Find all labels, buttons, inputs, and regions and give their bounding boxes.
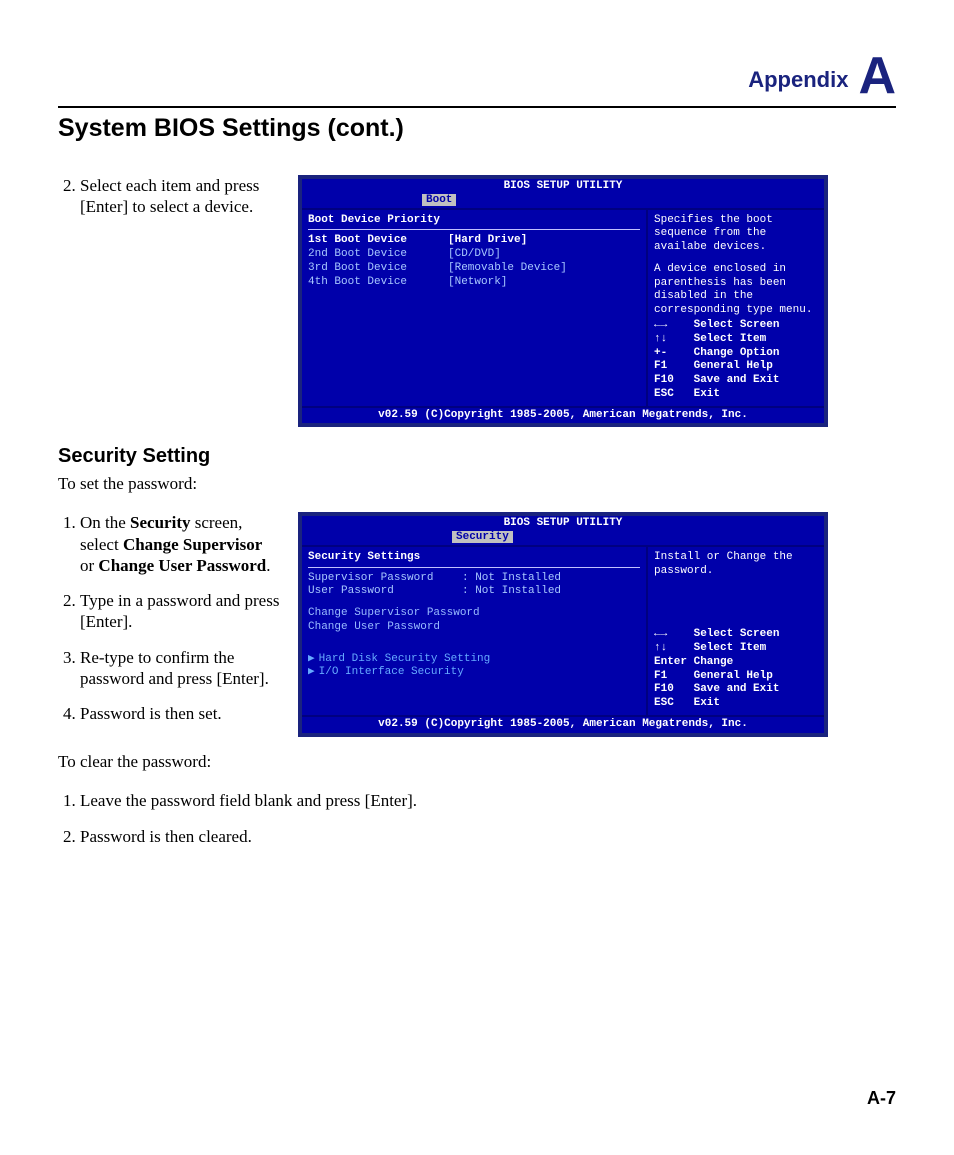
bios-title: BIOS SETUP UTILITY <box>302 179 824 194</box>
text: On the <box>80 513 130 532</box>
bios-help-text: A device enclosed in parenthesis has bee… <box>654 263 818 318</box>
bios-body: Security Settings Supervisor Password: N… <box>302 545 824 717</box>
bios-submenu: ▶ Hard Disk Security Setting <box>308 653 640 667</box>
appendix-header: Appendix A <box>58 50 896 102</box>
security-setting-title: Security Setting <box>58 445 896 468</box>
bios-tabs: Security <box>302 531 824 545</box>
bios-keys: ←→ Select Screen ↑↓ Select Item +- Chang… <box>654 319 818 402</box>
bios-item-key: 2nd Boot Device <box>308 248 448 262</box>
bios-title: BIOS SETUP UTILITY <box>302 516 824 531</box>
bios-help-pane: Specifies the boot sequence from the ava… <box>646 210 824 406</box>
step-c2: Password is then cleared. <box>80 826 896 848</box>
step-a: Select each item and press [Enter] to se… <box>80 175 280 218</box>
triangle-icon: ▶ <box>308 653 315 665</box>
bios-main: Boot Device Priority 1st Boot Device[Har… <box>302 210 646 406</box>
bios-main: Security Settings Supervisor Password: N… <box>302 547 646 715</box>
page: Appendix A System BIOS Settings (cont.) … <box>0 0 954 1155</box>
step-b2: Type in a password and press [Enter]. <box>80 590 280 633</box>
bios-item: 3rd Boot Device[Removable Device] <box>308 262 640 276</box>
bios-item: Supervisor Password: Not Installed <box>308 572 640 586</box>
bold: Security <box>130 513 190 532</box>
bios-item-val: : Not Installed <box>462 585 561 599</box>
content-row-2: On the Security screen, select Change Su… <box>58 512 896 738</box>
header-rule <box>58 106 896 108</box>
bios-item: Change User Password <box>308 621 640 635</box>
bios-item: 2nd Boot Device[CD/DVD] <box>308 248 640 262</box>
bios-item: 4th Boot Device[Network] <box>308 276 640 290</box>
step-b3: Re-type to confirm the password and pres… <box>80 647 280 690</box>
bios-keys: ←→ Select Screen ↑↓ Select Item Enter Ch… <box>654 628 818 711</box>
appendix-word: Appendix <box>748 69 848 91</box>
page-title: System BIOS Settings (cont.) <box>58 114 896 143</box>
bios-tab-boot: Boot <box>422 194 456 206</box>
bios-item-key: 4th Boot Device <box>308 276 448 290</box>
security-intro: To set the password: <box>58 474 896 494</box>
bios-body: Boot Device Priority 1st Boot Device[Har… <box>302 208 824 408</box>
step-b1: On the Security screen, select Change Su… <box>80 512 280 576</box>
bios-item-val: [CD/DVD] <box>448 248 501 262</box>
bios-item-val: [Hard Drive] <box>448 234 527 248</box>
bios-section-heading: Boot Device Priority <box>308 214 640 228</box>
bios-help-pane: Install or Change the password. ←→ Selec… <box>646 547 824 715</box>
bios-item: Change Supervisor Password <box>308 607 640 621</box>
bios-item-val: [Removable Device] <box>448 262 567 276</box>
bios-item-val: : Not Installed <box>462 572 561 586</box>
bios-section-heading: Security Settings <box>308 551 640 565</box>
step-list-b: On the Security screen, select Change Su… <box>58 512 280 738</box>
bios-item-key: Supervisor Password <box>308 572 462 586</box>
bios-tabs: Boot <box>302 194 824 208</box>
bold: Change Supervisor <box>123 535 262 554</box>
bios-item-key: 1st Boot Device <box>308 234 448 248</box>
bios-submenu-label: Hard Disk Security Setting <box>319 653 491 665</box>
bios-item-key: 3rd Boot Device <box>308 262 448 276</box>
bios-footer: v02.59 (C)Copyright 1985-2005, American … <box>302 717 824 733</box>
content-row-1: Select each item and press [Enter] to se… <box>58 175 896 427</box>
bios-item: 1st Boot Device[Hard Drive] <box>308 234 640 248</box>
text: . <box>266 556 270 575</box>
triangle-icon: ▶ <box>308 666 315 678</box>
page-number: A-7 <box>867 1088 896 1109</box>
bios-security-screen: BIOS SETUP UTILITY Security Security Set… <box>298 512 828 736</box>
clear-intro: To clear the password: <box>58 752 896 772</box>
bios-help-text: Specifies the boot sequence from the ava… <box>654 214 818 255</box>
step-b4: Password is then set. <box>80 703 280 724</box>
bios-boot-screen: BIOS SETUP UTILITY Boot Boot Device Prio… <box>298 175 828 427</box>
bios-submenu: ▶ I/O Interface Security <box>308 666 640 680</box>
bios-tab-security: Security <box>452 531 513 543</box>
bios-item: User Password: Not Installed <box>308 585 640 599</box>
step-list-c: Leave the password field blank and press… <box>58 790 896 848</box>
appendix-letter: A <box>858 50 896 102</box>
bios-submenu-label: I/O Interface Security <box>319 666 464 678</box>
text: or <box>80 556 98 575</box>
bold: Change User Password <box>98 556 266 575</box>
bios-item-key: User Password <box>308 585 462 599</box>
bios-footer: v02.59 (C)Copyright 1985-2005, American … <box>302 408 824 424</box>
bios-item-val: [Network] <box>448 276 507 290</box>
bios-help-text: Install or Change the password. <box>654 551 818 579</box>
step-list-a: Select each item and press [Enter] to se… <box>58 175 280 232</box>
step-c1: Leave the password field blank and press… <box>80 790 896 812</box>
